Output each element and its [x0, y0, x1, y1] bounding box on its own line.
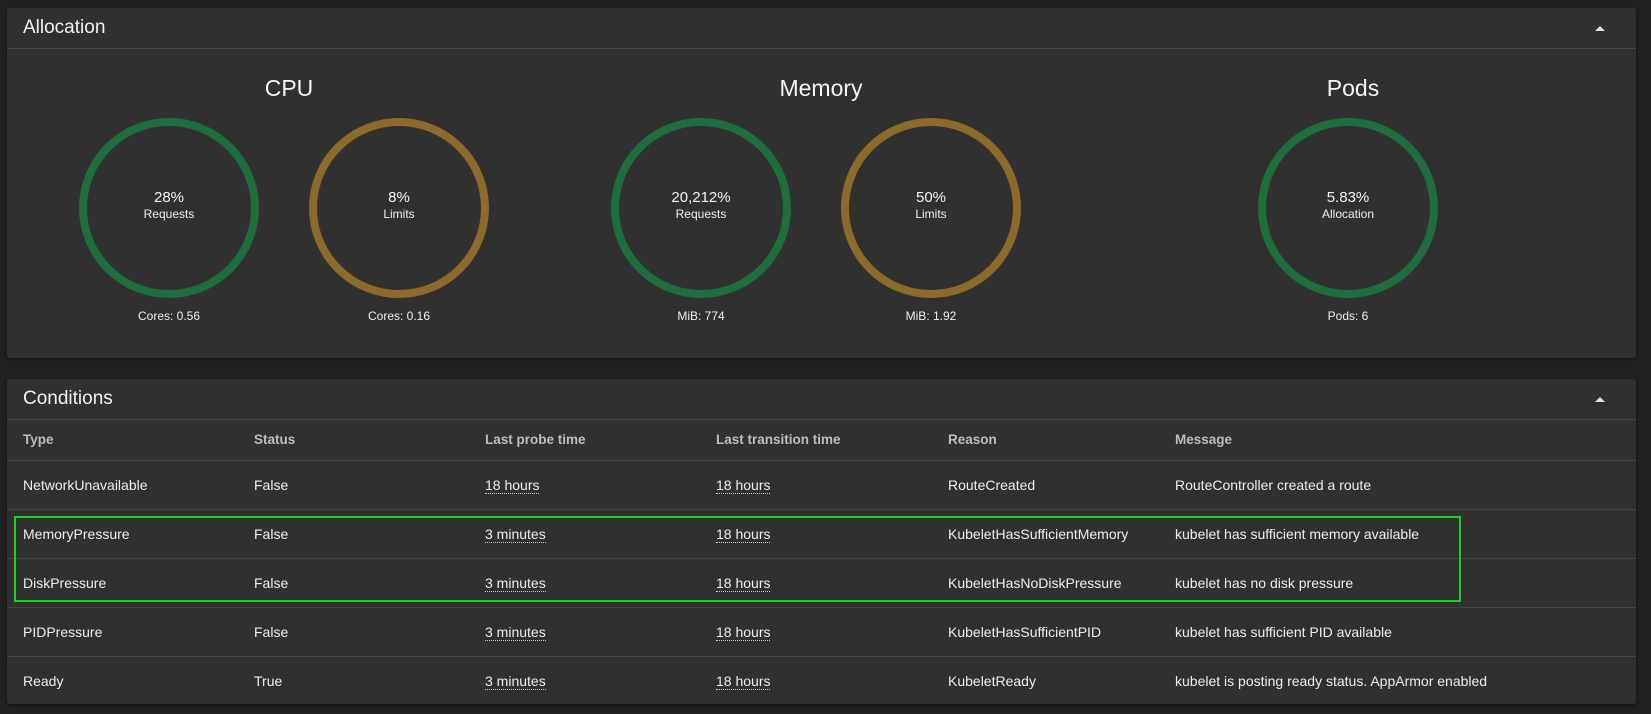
gauge-value: 5.83%: [1326, 189, 1370, 206]
gauge-label: Allocation: [1321, 207, 1375, 221]
cell-reason: KubeletHasSufficientPID: [932, 607, 1159, 657]
cpu-limits-gauge: 8% Limits: [309, 118, 489, 298]
column-header-reason[interactable]: Reason: [932, 420, 1159, 461]
cell-type: DiskPressure: [7, 558, 238, 608]
gauge-label: Requests: [675, 207, 727, 221]
collapse-allocation-button[interactable]: [1592, 20, 1608, 36]
conditions-table: Type Status Last probe time Last transit…: [7, 420, 1636, 705]
transition-time[interactable]: 18 hours: [716, 525, 771, 543]
transition-time[interactable]: 18 hours: [716, 623, 771, 641]
cell-reason: KubeletHasSufficientMemory: [932, 509, 1159, 559]
probe-time[interactable]: 3 minutes: [485, 623, 546, 641]
cell-status: False: [238, 460, 469, 510]
cell-message: kubelet has sufficient memory available: [1159, 509, 1636, 559]
gauge-value: 28%: [153, 189, 185, 206]
cpu-limits-cores: Cores: 0.16: [367, 309, 431, 323]
memory-requests-gauge: 20,212% Requests: [611, 118, 791, 298]
allocation-header[interactable]: Allocation: [7, 8, 1636, 49]
column-header-last-probe-time[interactable]: Last probe time: [469, 420, 700, 461]
cell-message: RouteController created a route: [1159, 460, 1636, 510]
table-row: DiskPressure False 3 minutes 18 hours Ku…: [7, 558, 1636, 608]
chevron-up-icon: [1595, 26, 1605, 31]
table-row: PIDPressure False 3 minutes 18 hours Kub…: [7, 607, 1636, 657]
pods-count: Pods: 6: [1327, 309, 1369, 323]
collapse-conditions-button[interactable]: [1592, 391, 1608, 407]
probe-time[interactable]: 3 minutes: [485, 574, 546, 592]
gauge-label: Limits: [383, 207, 415, 221]
cell-status: False: [238, 509, 469, 559]
cell-reason: RouteCreated: [932, 460, 1159, 510]
conditions-title: Conditions: [23, 388, 113, 409]
cell-status: True: [254, 672, 283, 689]
conditions-header[interactable]: Conditions: [7, 379, 1636, 420]
cpu-requests-gauge: 28% Requests: [79, 118, 259, 298]
memory-title: Memory: [779, 75, 863, 101]
table-row: MemoryPressure False 3 minutes 18 hours …: [7, 509, 1636, 559]
probe-time[interactable]: 3 minutes: [485, 672, 546, 690]
cell-message: kubelet is posting ready status. AppArmo…: [1175, 672, 1488, 689]
gauge-value: 8%: [388, 189, 410, 206]
pods-allocation-gauge: 5.83% Allocation: [1258, 118, 1438, 298]
cell-message: kubelet has sufficient PID available: [1159, 607, 1636, 657]
column-header-message[interactable]: Message: [1159, 420, 1636, 461]
pods-title: Pods: [1326, 75, 1380, 101]
probe-time[interactable]: 3 minutes: [485, 525, 546, 543]
memory-limits-mib: MiB: 1.92: [905, 309, 957, 323]
cell-type: NetworkUnavailable: [7, 460, 238, 510]
gauge-value: 20,212%: [671, 189, 731, 206]
gauge-label: Requests: [143, 207, 195, 221]
transition-time[interactable]: 18 hours: [716, 476, 771, 494]
allocation-title: Allocation: [23, 17, 106, 38]
chevron-up-icon: [1595, 397, 1605, 402]
cell-message: kubelet has no disk pressure: [1159, 558, 1636, 608]
transition-time[interactable]: 18 hours: [716, 672, 771, 690]
cell-reason: KubeletHasNoDiskPressure: [932, 558, 1159, 608]
cell-type: Ready: [23, 672, 64, 689]
column-header-type[interactable]: Type: [7, 420, 238, 461]
table-row: Ready True 3 minutes 18 hours KubeletRea…: [7, 656, 1636, 705]
table-header-row: Type Status Last probe time Last transit…: [7, 420, 1636, 461]
cell-type: PIDPressure: [7, 607, 238, 657]
memory-requests-mib: MiB: 774: [677, 309, 725, 323]
gauge-label: Limits: [915, 207, 947, 221]
cell-type: MemoryPressure: [7, 509, 238, 559]
memory-limits-gauge: 50% Limits: [841, 118, 1021, 298]
gauge-value: 50%: [915, 189, 947, 206]
column-header-status[interactable]: Status: [238, 420, 469, 461]
cpu-requests-cores: Cores: 0.56: [137, 309, 201, 323]
conditions-card: Conditions Type Status Last probe time L…: [7, 379, 1636, 704]
column-header-last-transition-time[interactable]: Last transition time: [700, 420, 932, 461]
cell-status: False: [238, 607, 469, 657]
transition-time[interactable]: 18 hours: [716, 574, 771, 592]
allocation-card: Allocation CPU Memory Pods 28% Requests …: [7, 8, 1636, 358]
table-row: NetworkUnavailable False 18 hours 18 hou…: [7, 460, 1636, 510]
probe-time[interactable]: 18 hours: [485, 476, 540, 494]
cell-status: False: [238, 558, 469, 608]
cpu-title: CPU: [264, 75, 314, 101]
cell-reason: KubeletReady: [948, 672, 1036, 689]
